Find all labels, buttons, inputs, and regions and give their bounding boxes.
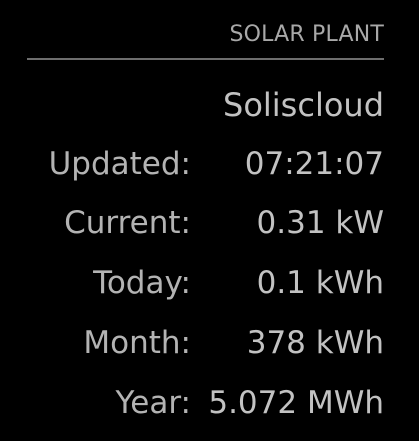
current-row: Current: 0.31 kW [0, 205, 419, 249]
month-label: Month: [83, 325, 191, 361]
updated-row: Updated: 07:21:07 [0, 146, 419, 190]
year-label: Year: [115, 385, 191, 421]
today-row: Today: 0.1 kWh [0, 265, 419, 309]
year-value: 5.072 MWh [208, 385, 384, 421]
year-row: Year: 5.072 MWh [0, 385, 419, 429]
updated-value: 07:21:07 [244, 146, 384, 182]
current-label: Current: [64, 205, 191, 241]
current-value: 0.31 kW [256, 205, 384, 241]
module-header: SOLAR PLANT [27, 18, 384, 60]
updated-label: Updated: [48, 146, 191, 182]
module-header-title: SOLAR PLANT [229, 22, 384, 47]
month-row: Month: 378 kWh [0, 325, 419, 369]
provider-name: Soliscloud [223, 86, 384, 124]
today-value: 0.1 kWh [256, 265, 384, 301]
month-value: 378 kWh [246, 325, 384, 361]
today-label: Today: [93, 265, 191, 301]
